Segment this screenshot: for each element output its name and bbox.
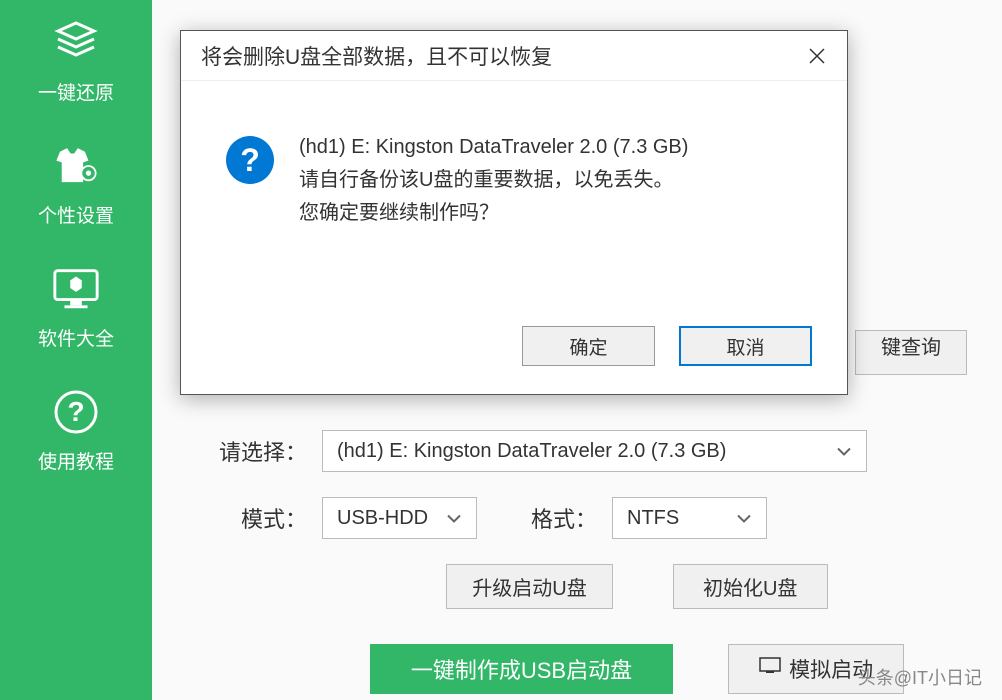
dialog-buttons: 确定 取消 <box>522 326 812 366</box>
create-usb-button[interactable]: 一键制作成USB启动盘 <box>370 644 673 694</box>
dialog-body: ? (hd1) E: Kingston DataTraveler 2.0 (7.… <box>181 81 847 260</box>
device-select[interactable]: (hd1) E: Kingston DataTraveler 2.0 (7.3 … <box>322 430 867 472</box>
question-icon: ? <box>226 136 274 184</box>
select-label: 请选择： <box>192 435 307 467</box>
watermark: 头条@IT小日记 <box>858 664 982 690</box>
chevron-down-icon <box>736 507 752 530</box>
mode-format-row: 模式： USB-HDD 格式： NTFS <box>192 497 962 539</box>
dialog-message: (hd1) E: Kingston DataTraveler 2.0 (7.3 … <box>299 131 688 230</box>
mode-label: 模式： <box>192 502 307 534</box>
svg-text:?: ? <box>67 396 84 427</box>
sidebar: 一键还原 个性设置 软件大全 ? <box>0 0 152 700</box>
sidebar-item-label: 软件大全 <box>38 324 114 351</box>
sidebar-item-label: 使用教程 <box>38 447 114 474</box>
sidebar-item-label: 个性设置 <box>38 201 114 228</box>
monitor-small-icon <box>759 657 781 681</box>
help-icon: ? <box>51 387 101 437</box>
sidebar-item-software[interactable]: 软件大全 <box>0 246 152 369</box>
select-row: 请选择： (hd1) E: Kingston DataTraveler 2.0 … <box>192 430 962 472</box>
sidebar-item-settings[interactable]: 个性设置 <box>0 123 152 246</box>
restore-icon <box>51 18 101 68</box>
query-button-partial[interactable]: 键查询 <box>855 330 967 375</box>
sidebar-item-label: 一键还原 <box>38 78 114 105</box>
format-label: 格式： <box>497 502 597 534</box>
form-area: 请选择： (hd1) E: Kingston DataTraveler 2.0 … <box>192 430 962 694</box>
ok-button[interactable]: 确定 <box>522 326 655 366</box>
action-buttons-row: 升级启动U盘 初始化U盘 <box>312 564 962 609</box>
close-icon[interactable] <box>802 41 832 71</box>
chevron-down-icon <box>836 440 852 463</box>
mode-select[interactable]: USB-HDD <box>322 497 477 539</box>
chevron-down-icon <box>446 507 462 530</box>
format-select[interactable]: NTFS <box>612 497 767 539</box>
sidebar-item-tutorial[interactable]: ? 使用教程 <box>0 369 152 492</box>
sidebar-item-restore[interactable]: 一键还原 <box>0 0 152 123</box>
shirt-gear-icon <box>51 141 101 191</box>
upgrade-button[interactable]: 升级启动U盘 <box>446 564 612 609</box>
confirm-dialog: 将会删除U盘全部数据，且不可以恢复 ? (hd1) E: Kingston Da… <box>180 30 848 395</box>
cancel-button[interactable]: 取消 <box>679 326 812 366</box>
monitor-icon <box>51 264 101 314</box>
init-button[interactable]: 初始化U盘 <box>673 564 828 609</box>
dialog-titlebar: 将会删除U盘全部数据，且不可以恢复 <box>181 31 847 81</box>
dialog-title: 将会删除U盘全部数据，且不可以恢复 <box>201 41 552 71</box>
